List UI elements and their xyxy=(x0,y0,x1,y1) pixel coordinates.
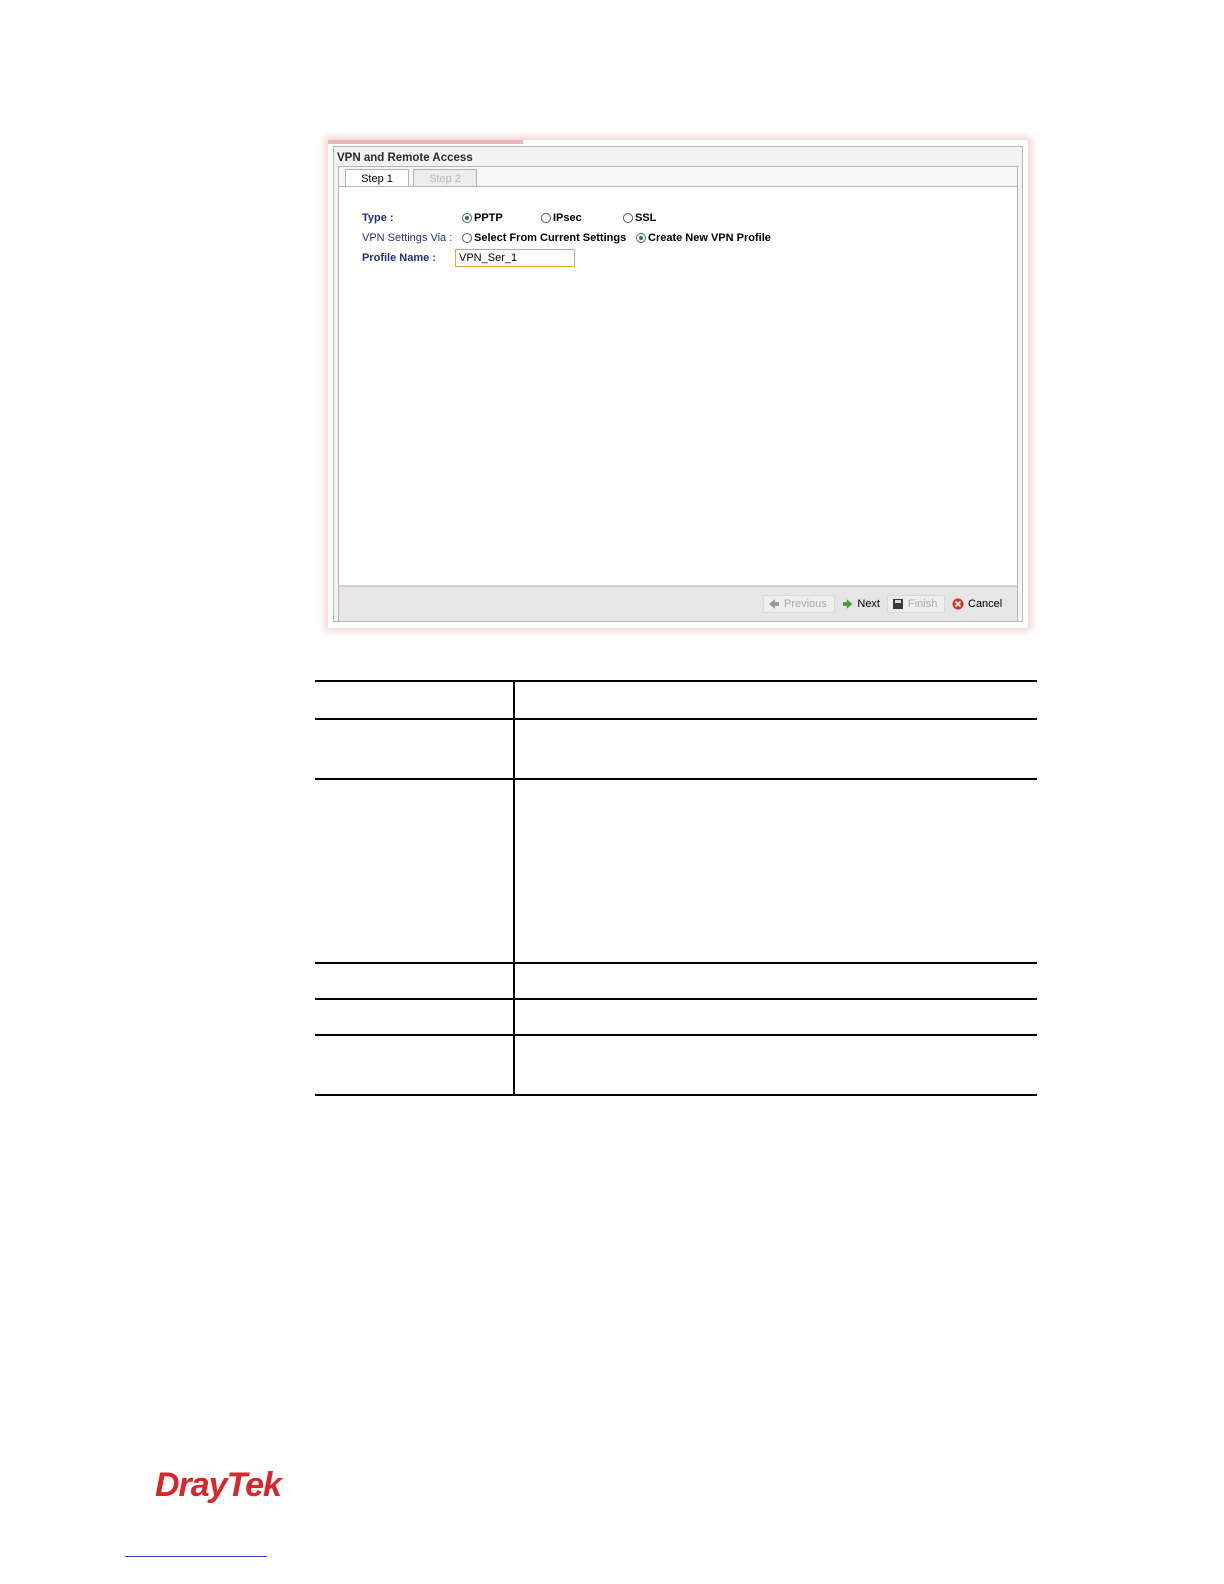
previous-icon xyxy=(769,599,779,609)
table-row xyxy=(315,962,1037,998)
table-row xyxy=(315,1034,1037,1094)
next-label: Next xyxy=(857,598,880,610)
radio-ipsec-circle[interactable] xyxy=(541,213,551,223)
window-title: VPN and Remote Access xyxy=(337,152,473,164)
finish-label: Finish xyxy=(908,598,938,610)
next-icon xyxy=(842,599,853,609)
table-row xyxy=(315,718,1037,778)
previous-button[interactable]: Previous xyxy=(763,595,835,613)
save-icon xyxy=(893,599,903,609)
profile-name-input[interactable] xyxy=(455,249,575,267)
tab-step-2[interactable]: Step 2 xyxy=(413,169,477,187)
finish-button[interactable]: Finish xyxy=(887,595,945,613)
cancel-icon xyxy=(952,598,964,610)
table-row xyxy=(315,998,1037,1034)
vpn-wizard-window: VPN and Remote Access Step 1 Step 2 Type… xyxy=(333,146,1023,622)
radio-ipsec[interactable]: IPsec xyxy=(541,212,582,224)
radio-ssl-circle[interactable] xyxy=(623,213,633,223)
radio-ipsec-label: IPsec xyxy=(553,212,582,224)
table-bottom-rule xyxy=(315,1094,1037,1096)
wizard-content: Type : PPTP IPsec SSL VPN Settings Via :… xyxy=(338,186,1018,587)
cancel-label: Cancel xyxy=(968,598,1003,610)
radio-pptp[interactable]: PPTP xyxy=(462,212,503,224)
frame-accent xyxy=(328,140,523,144)
cancel-button[interactable]: Cancel xyxy=(948,595,1012,613)
table-row xyxy=(315,680,1037,718)
type-label: Type : xyxy=(362,212,394,224)
radio-select-current-label: Select From Current Settings xyxy=(474,232,627,244)
radio-create-new-circle[interactable] xyxy=(636,233,646,243)
radio-ssl[interactable]: SSL xyxy=(623,212,656,224)
radio-create-new-label: Create New VPN Profile xyxy=(648,232,771,244)
radio-select-current-circle[interactable] xyxy=(462,233,472,243)
radio-select-current[interactable]: Select From Current Settings xyxy=(462,232,626,244)
description-table xyxy=(315,680,1037,1096)
radio-ssl-label: SSL xyxy=(635,212,657,224)
wizard-footer: Previous Next Finish Cancel xyxy=(338,585,1018,622)
radio-create-new[interactable]: Create New VPN Profile xyxy=(636,232,771,244)
footer-link-underline xyxy=(125,1556,267,1557)
settings-via-label: VPN Settings Via : xyxy=(362,232,453,244)
tab-bar: Step 1 Step 2 xyxy=(338,166,1018,188)
table-row xyxy=(315,778,1037,962)
radio-pptp-label: PPTP xyxy=(474,212,503,224)
profile-name-label: Profile Name : xyxy=(362,252,436,264)
screenshot-frame: VPN and Remote Access Step 1 Step 2 Type… xyxy=(328,140,1028,628)
draytek-logo: DrayTek xyxy=(155,1466,282,1504)
radio-pptp-circle[interactable] xyxy=(462,213,472,223)
next-button[interactable]: Next xyxy=(838,595,884,613)
previous-label: Previous xyxy=(784,598,827,610)
